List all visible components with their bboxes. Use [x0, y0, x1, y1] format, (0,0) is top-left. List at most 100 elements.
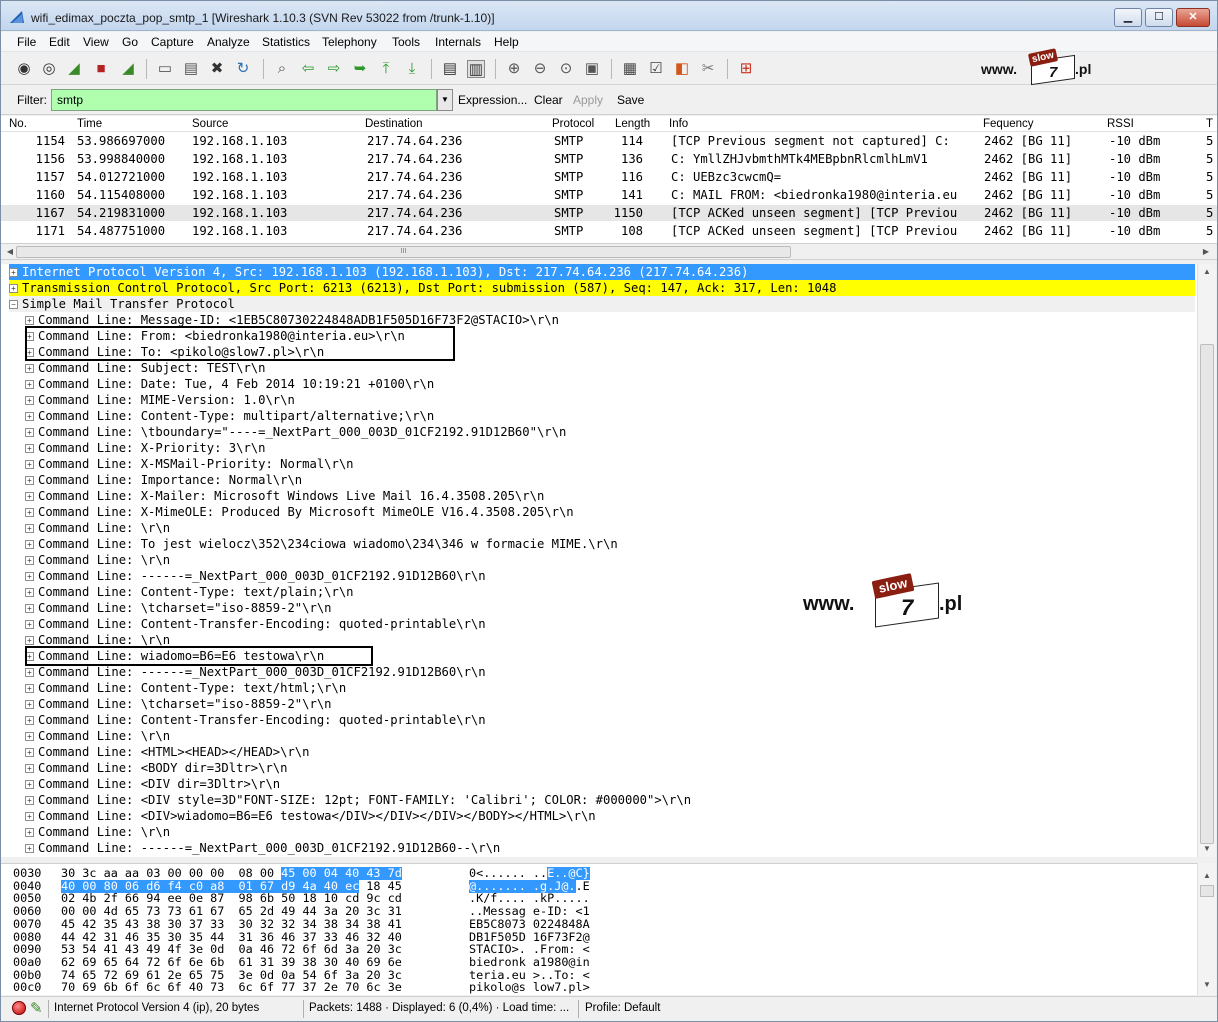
expand-toggle-icon[interactable]: +: [25, 316, 34, 325]
column-info[interactable]: Info: [669, 118, 688, 130]
expert-info-icon[interactable]: [12, 1001, 26, 1015]
open-file-icon[interactable]: ▭: [156, 60, 174, 78]
column-rssi[interactable]: RSSI: [1107, 118, 1134, 130]
scroll-up-icon[interactable]: ▲: [1200, 871, 1214, 880]
expand-toggle-icon[interactable]: +: [25, 684, 34, 693]
tree-item-command-line[interactable]: + Command Line: <BODY dir=3Dltr>\r\n: [9, 760, 1195, 776]
column-time[interactable]: Time: [77, 118, 102, 130]
packet-row[interactable]: 1171 54.487751000 192.168.1.103 217.74.64.2…: [1, 223, 1217, 239]
scroll-thumb[interactable]: [1200, 885, 1214, 897]
zoom-in-icon[interactable]: ⊕: [505, 60, 523, 78]
tree-item-command-line[interactable]: + Command Line: \tcharset="iso-8859-2"\r\…: [9, 600, 1195, 616]
resize-columns-icon[interactable]: ▣: [583, 60, 601, 78]
maximize-button[interactable]: ☐: [1145, 8, 1173, 27]
menu-help[interactable]: Help: [494, 35, 519, 49]
capture-filters-icon[interactable]: ▦: [621, 60, 639, 78]
tree-item-command-line[interactable]: + Command Line: ------=_NextPart_000_003D…: [9, 840, 1195, 856]
expand-toggle-icon[interactable]: +: [25, 700, 34, 709]
clear-filter-button[interactable]: Clear: [534, 93, 563, 107]
restart-capture-icon[interactable]: ◢: [119, 60, 137, 78]
expression-button[interactable]: Expression...: [458, 93, 527, 107]
zoom-out-icon[interactable]: ⊖: [531, 60, 549, 78]
find-packet-icon[interactable]: ⌕: [273, 60, 291, 78]
scroll-up-icon[interactable]: ▲: [1200, 267, 1214, 276]
scroll-left-icon[interactable]: ◀: [3, 247, 17, 256]
menu-statistics[interactable]: Statistics: [262, 35, 310, 49]
column-destination[interactable]: Destination: [365, 118, 423, 130]
packet-row[interactable]: 1160 54.115408000 192.168.1.103 217.74.64.2…: [1, 187, 1217, 203]
preferences-icon[interactable]: ✂: [699, 60, 717, 78]
menu-file[interactable]: File: [17, 35, 36, 49]
menu-telephony[interactable]: Telephony: [322, 35, 377, 49]
expand-toggle-icon[interactable]: +: [25, 572, 34, 581]
tree-item-command-line[interactable]: + Command Line: <HTML><HEAD></HEAD>\r\n: [9, 744, 1195, 760]
packet-row[interactable]: 1156 53.998840000 192.168.1.103 217.74.64.2…: [1, 151, 1217, 167]
column-t[interactable]: T: [1206, 118, 1213, 130]
coloring-rules-icon[interactable]: ◧: [673, 60, 691, 78]
expand-toggle-icon[interactable]: +: [25, 588, 34, 597]
go-back-icon[interactable]: ⇦: [299, 60, 317, 78]
expand-toggle-icon[interactable]: +: [25, 380, 34, 389]
display-filters-icon[interactable]: ☑: [647, 60, 665, 78]
expand-toggle-icon[interactable]: +: [25, 476, 34, 485]
go-first-icon[interactable]: ⤒: [377, 60, 395, 78]
expand-toggle-icon[interactable]: +: [25, 444, 34, 453]
expand-toggle-icon[interactable]: +: [25, 716, 34, 725]
expand-toggle-icon[interactable]: +: [25, 540, 34, 549]
expand-toggle-icon[interactable]: +: [25, 668, 34, 677]
interface-list-icon[interactable]: ◉: [15, 60, 33, 78]
packet-row[interactable]: 1167 54.219831000 192.168.1.103 217.74.64.2…: [1, 205, 1217, 221]
tree-item-tcp[interactable]: + Transmission Control Protocol, Src Port…: [9, 280, 1195, 296]
reload-icon[interactable]: ↻: [234, 60, 252, 78]
expand-toggle-icon[interactable]: +: [25, 796, 34, 805]
help-icon[interactable]: ⊞: [737, 60, 755, 78]
start-capture-icon[interactable]: ◢: [65, 60, 83, 78]
tree-item-command-line[interactable]: + Command Line: Date: Tue, 4 Feb 2014 10:…: [9, 376, 1195, 392]
tree-item-command-line[interactable]: + Command Line: Content-Transfer-Encoding…: [9, 712, 1195, 728]
tree-item-command-line[interactable]: + Command Line: Importance: Normal\r\n: [9, 472, 1195, 488]
tree-item-command-line[interactable]: + Command Line: Content-Type: multipart/a…: [9, 408, 1195, 424]
column-length[interactable]: Length: [615, 118, 650, 130]
close-window-button[interactable]: ✕: [1176, 8, 1210, 27]
tree-item-command-line[interactable]: + Command Line: X-MimeOLE: Produced By Mi…: [9, 504, 1195, 520]
auto-scroll-icon[interactable]: ▥: [467, 60, 485, 78]
tree-item-command-line[interactable]: + Command Line: Content-Type: text/plain;…: [9, 584, 1195, 600]
tree-item-command-line[interactable]: + Command Line: \tboundary="----=_NextPar…: [9, 424, 1195, 440]
details-vscrollbar[interactable]: ▲ ▼: [1197, 264, 1216, 857]
scroll-down-icon[interactable]: ▼: [1200, 980, 1214, 989]
expand-toggle-icon[interactable]: +: [25, 428, 34, 437]
expand-toggle-icon[interactable]: +: [25, 508, 34, 517]
stop-capture-icon[interactable]: ■: [92, 60, 110, 78]
colorize-icon[interactable]: ▤: [441, 60, 459, 78]
tree-item-command-line[interactable]: + Command Line: MIME-Version: 1.0\r\n: [9, 392, 1195, 408]
expand-toggle-icon[interactable]: +: [25, 524, 34, 533]
expand-toggle-icon[interactable]: +: [25, 732, 34, 741]
tree-item-command-line[interactable]: + Command Line: <DIV dir=3Dltr>\r\n: [9, 776, 1195, 792]
tree-item-command-line[interactable]: + Command Line: \r\n: [9, 728, 1195, 744]
column-no[interactable]: No.: [9, 118, 27, 130]
expand-toggle-icon[interactable]: +: [25, 460, 34, 469]
apply-filter-button[interactable]: Apply: [573, 93, 603, 107]
tree-item-command-line[interactable]: + Command Line: \r\n: [9, 552, 1195, 568]
scroll-thumb[interactable]: [1200, 344, 1214, 844]
expand-toggle-icon[interactable]: +: [25, 636, 34, 645]
tree-item-smtp[interactable]: − Simple Mail Transfer Protocol: [9, 296, 1195, 312]
expand-toggle-icon[interactable]: +: [9, 268, 18, 277]
expand-toggle-icon[interactable]: +: [25, 396, 34, 405]
expand-toggle-icon[interactable]: +: [25, 556, 34, 565]
menu-capture[interactable]: Capture: [151, 35, 194, 49]
expand-toggle-icon[interactable]: +: [25, 844, 34, 853]
menu-go[interactable]: Go: [122, 35, 138, 49]
tree-item-command-line[interactable]: + Command Line: ------=_NextPart_000_003D…: [9, 664, 1195, 680]
expand-toggle-icon[interactable]: +: [25, 492, 34, 501]
scroll-down-icon[interactable]: ▼: [1200, 844, 1214, 853]
close-file-icon[interactable]: ✖: [208, 60, 226, 78]
expand-toggle-icon[interactable]: −: [9, 300, 18, 309]
tree-item-command-line[interactable]: + Command Line: <DIV>wiadomo=B6=E6 testow…: [9, 808, 1195, 824]
tree-item-command-line[interactable]: + Command Line: \tcharset="iso-8859-2"\r\…: [9, 696, 1195, 712]
tree-item-command-line[interactable]: + Command Line: Subject: TEST\r\n: [9, 360, 1195, 376]
capture-comment-icon[interactable]: ✎: [30, 999, 43, 1017]
expand-toggle-icon[interactable]: +: [25, 764, 34, 773]
tree-item-command-line[interactable]: + Command Line: <DIV style=3D"FONT-SIZE: …: [9, 792, 1195, 808]
packet-row[interactable]: 1157 54.012721000 192.168.1.103 217.74.64.2…: [1, 169, 1217, 185]
